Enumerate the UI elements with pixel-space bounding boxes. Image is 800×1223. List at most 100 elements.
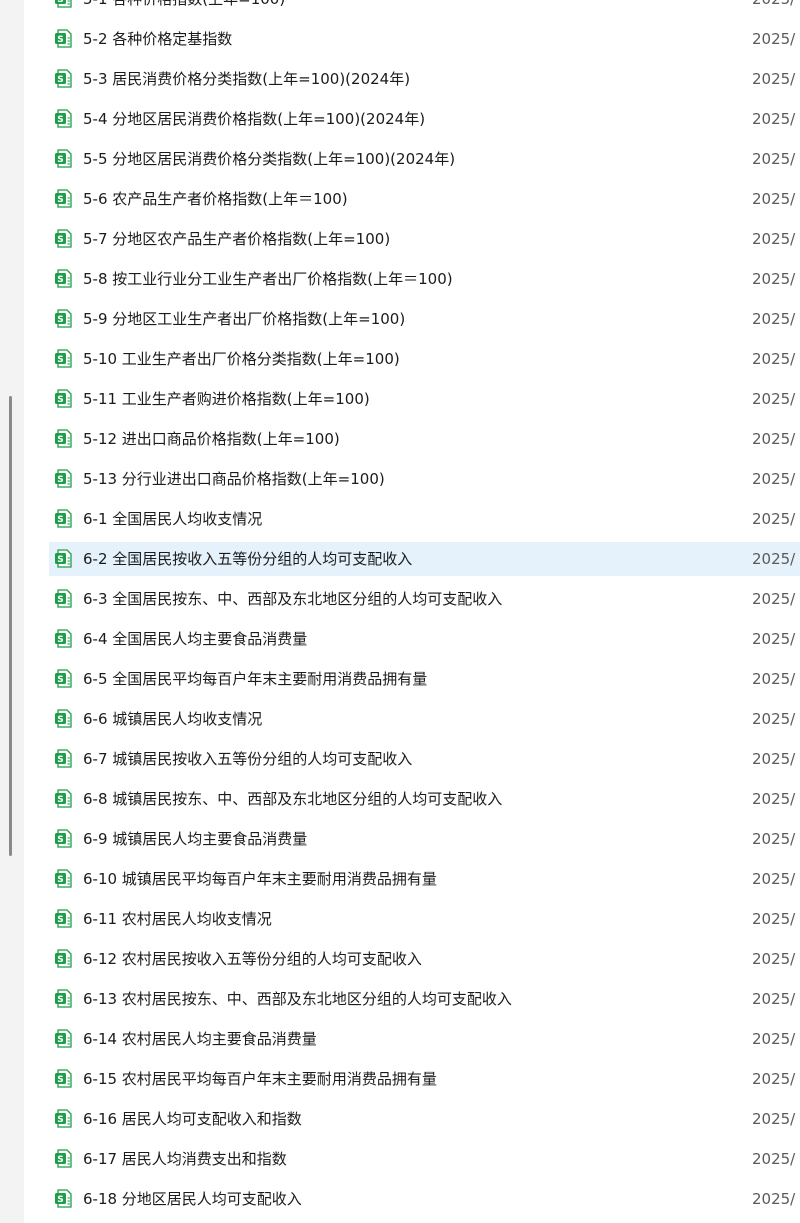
file-row[interactable]: S 5-3 居民消费价格分类指数(上年=100)(2024年) 2025/ xyxy=(24,59,800,99)
file-name: 6-3 全国居民按东、中、西部及东北地区分组的人均可支配收入 xyxy=(83,590,503,608)
file-name: 6-18 分地区居民人均可支配收入 xyxy=(83,1190,302,1208)
file-name: 5-13 分行业进出口商品价格指数(上年=100) xyxy=(83,470,385,488)
svg-text:S: S xyxy=(57,35,63,45)
spreadsheet-icon: S xyxy=(54,949,72,968)
file-name: 5-9 分地区工业生产者出厂价格指数(上年=100) xyxy=(83,310,406,328)
file-date: 2025/ xyxy=(752,830,796,848)
file-name: 5-12 进出口商品价格指数(上年=100) xyxy=(83,430,340,448)
spreadsheet-icon: S xyxy=(54,309,72,328)
spreadsheet-icon: S xyxy=(54,909,72,928)
file-name: 5-5 分地区居民消费价格分类指数(上年=100)(2024年) xyxy=(83,150,456,168)
file-row[interactable]: S 6-9 城镇居民人均主要食品消费量 2025/ xyxy=(24,819,800,859)
file-name: 6-17 居民人均消费支出和指数 xyxy=(83,1150,287,1168)
file-row[interactable]: S 6-12 农村居民按收入五等份分组的人均可支配收入 2025/ xyxy=(24,939,800,979)
file-row[interactable]: S 5-4 分地区居民消费价格指数(上年=100)(2024年) 2025/ xyxy=(24,99,800,139)
spreadsheet-icon: S xyxy=(54,429,72,448)
svg-text:S: S xyxy=(57,75,63,85)
file-row[interactable]: S 6-4 全国居民人均主要食品消费量 2025/ xyxy=(24,619,800,659)
file-name: 6-7 城镇居民按收入五等份分组的人均可支配收入 xyxy=(83,750,413,768)
file-date: 2025/ xyxy=(752,1150,796,1168)
spreadsheet-icon: S xyxy=(54,269,72,288)
file-date: 2025/ xyxy=(752,950,796,968)
svg-text:S: S xyxy=(57,1115,63,1125)
file-row[interactable]: S 5-7 分地区农产品生产者价格指数(上年=100) 2025/ xyxy=(24,219,800,259)
spreadsheet-icon: S xyxy=(54,789,72,808)
spreadsheet-icon: S xyxy=(54,1149,72,1168)
spreadsheet-icon: S xyxy=(54,0,72,8)
spreadsheet-icon: S xyxy=(54,469,72,488)
svg-text:S: S xyxy=(57,1075,63,1085)
svg-text:S: S xyxy=(57,715,63,725)
file-row[interactable]: S 5-11 工业生产者购进价格指数(上年=100) 2025/ xyxy=(24,379,800,419)
svg-text:S: S xyxy=(57,355,63,365)
file-name: 6-15 农村居民平均每百户年末主要耐用消费品拥有量 xyxy=(83,1070,437,1088)
file-row[interactable]: S 6-15 农村居民平均每百户年末主要耐用消费品拥有量 2025/ xyxy=(24,1059,800,1099)
file-row[interactable]: S 6-17 居民人均消费支出和指数 2025/ xyxy=(24,1139,800,1179)
file-date: 2025/ xyxy=(752,1030,796,1048)
file-list: S 5-1 各种价格指数(上年=100) 2025/ S 5-2 各种价格定基指… xyxy=(24,0,800,1219)
svg-text:S: S xyxy=(57,395,63,405)
file-row[interactable]: S 6-1 全国居民人均收支情况 2025/ xyxy=(24,499,800,539)
scrollbar-thumb[interactable] xyxy=(9,396,12,856)
file-name: 6-12 农村居民按收入五等份分组的人均可支配收入 xyxy=(83,950,422,968)
file-name: 5-1 各种价格指数(上年=100) xyxy=(83,0,285,9)
svg-text:S: S xyxy=(57,915,63,925)
file-name: 6-5 全国居民平均每百户年末主要耐用消费品拥有量 xyxy=(83,670,428,688)
spreadsheet-icon: S xyxy=(54,149,72,168)
file-row[interactable]: S 5-9 分地区工业生产者出厂价格指数(上年=100) 2025/ xyxy=(24,299,800,339)
file-row[interactable]: S 6-11 农村居民人均收支情况 2025/ xyxy=(24,899,800,939)
file-row[interactable]: S 6-3 全国居民按东、中、西部及东北地区分组的人均可支配收入 2025/ xyxy=(24,579,800,619)
file-row[interactable]: S 5-12 进出口商品价格指数(上年=100) 2025/ xyxy=(24,419,800,459)
spreadsheet-icon: S xyxy=(54,669,72,688)
file-row[interactable]: S 6-14 农村居民人均主要食品消费量 2025/ xyxy=(24,1019,800,1059)
file-row[interactable]: S 5-13 分行业进出口商品价格指数(上年=100) 2025/ xyxy=(24,459,800,499)
file-name: 5-8 按工业行业分工业生产者出厂价格指数(上年＝100) xyxy=(83,270,453,288)
spreadsheet-icon: S xyxy=(54,109,72,128)
svg-text:S: S xyxy=(57,795,63,805)
file-name: 6-13 农村居民按东、中、西部及东北地区分组的人均可支配收入 xyxy=(83,990,512,1008)
file-date: 2025/ xyxy=(752,430,796,448)
file-name: 5-3 居民消费价格分类指数(上年=100)(2024年) xyxy=(83,70,411,88)
svg-text:S: S xyxy=(57,235,63,245)
file-row[interactable]: S 6-7 城镇居民按收入五等份分组的人均可支配收入 2025/ xyxy=(24,739,800,779)
file-row[interactable]: S 5-6 农产品生产者价格指数(上年＝100) 2025/ xyxy=(24,179,800,219)
spreadsheet-icon: S xyxy=(54,189,72,208)
svg-text:S: S xyxy=(57,955,63,965)
svg-text:S: S xyxy=(57,1035,63,1045)
spreadsheet-icon: S xyxy=(54,29,72,48)
spreadsheet-icon: S xyxy=(54,229,72,248)
spreadsheet-icon: S xyxy=(54,749,72,768)
file-date: 2025/ xyxy=(752,0,795,9)
file-date: 2025/ xyxy=(752,30,796,48)
file-name: 5-7 分地区农产品生产者价格指数(上年=100) xyxy=(83,230,391,248)
file-name: 6-8 城镇居民按东、中、西部及东北地区分组的人均可支配收入 xyxy=(83,790,503,808)
file-row[interactable]: S 6-6 城镇居民人均收支情况 2025/ xyxy=(24,699,800,739)
spreadsheet-icon: S xyxy=(54,549,72,568)
file-row[interactable]: S 5-5 分地区居民消费价格分类指数(上年=100)(2024年) 2025/ xyxy=(24,139,800,179)
file-row[interactable]: S 5-1 各种价格指数(上年=100) 2025/ xyxy=(24,0,800,19)
file-date: 2025/ xyxy=(752,270,796,288)
file-row[interactable]: S 5-10 工业生产者出厂价格分类指数(上年=100) 2025/ xyxy=(24,339,800,379)
file-name: 5-6 农产品生产者价格指数(上年＝100) xyxy=(83,190,348,208)
spreadsheet-icon: S xyxy=(54,389,72,408)
svg-text:S: S xyxy=(57,675,63,685)
spreadsheet-icon: S xyxy=(54,629,72,648)
file-row[interactable]: S 6-10 城镇居民平均每百户年末主要耐用消费品拥有量 2025/ xyxy=(24,859,800,899)
file-row[interactable]: S 6-5 全国居民平均每百户年末主要耐用消费品拥有量 2025/ xyxy=(24,659,800,699)
spreadsheet-icon: S xyxy=(54,1069,72,1088)
file-name: 6-1 全国居民人均收支情况 xyxy=(83,510,263,528)
file-row[interactable]: S 6-18 分地区居民人均可支配收入 2025/ xyxy=(24,1179,800,1219)
file-date: 2025/ xyxy=(752,910,796,928)
file-row[interactable]: S 5-2 各种价格定基指数 2025/ xyxy=(24,19,800,59)
vertical-scrollbar-track[interactable] xyxy=(0,0,24,1223)
file-row[interactable]: S 5-8 按工业行业分工业生产者出厂价格指数(上年＝100) 2025/ xyxy=(24,259,800,299)
file-row[interactable]: S 6-8 城镇居民按东、中、西部及东北地区分组的人均可支配收入 2025/ xyxy=(24,779,800,819)
file-row[interactable]: S 6-13 农村居民按东、中、西部及东北地区分组的人均可支配收入 2025/ xyxy=(24,979,800,1019)
spreadsheet-icon: S xyxy=(54,1189,72,1208)
file-row[interactable]: S 6-16 居民人均可支配收入和指数 2025/ xyxy=(24,1099,800,1139)
file-name: 6-11 农村居民人均收支情况 xyxy=(83,910,272,928)
file-date: 2025/ xyxy=(752,230,796,248)
file-row[interactable]: S 6-2 全国居民按收入五等份分组的人均可支配收入 2025/ xyxy=(24,539,800,579)
spreadsheet-icon: S xyxy=(54,989,72,1008)
svg-text:S: S xyxy=(57,155,63,165)
